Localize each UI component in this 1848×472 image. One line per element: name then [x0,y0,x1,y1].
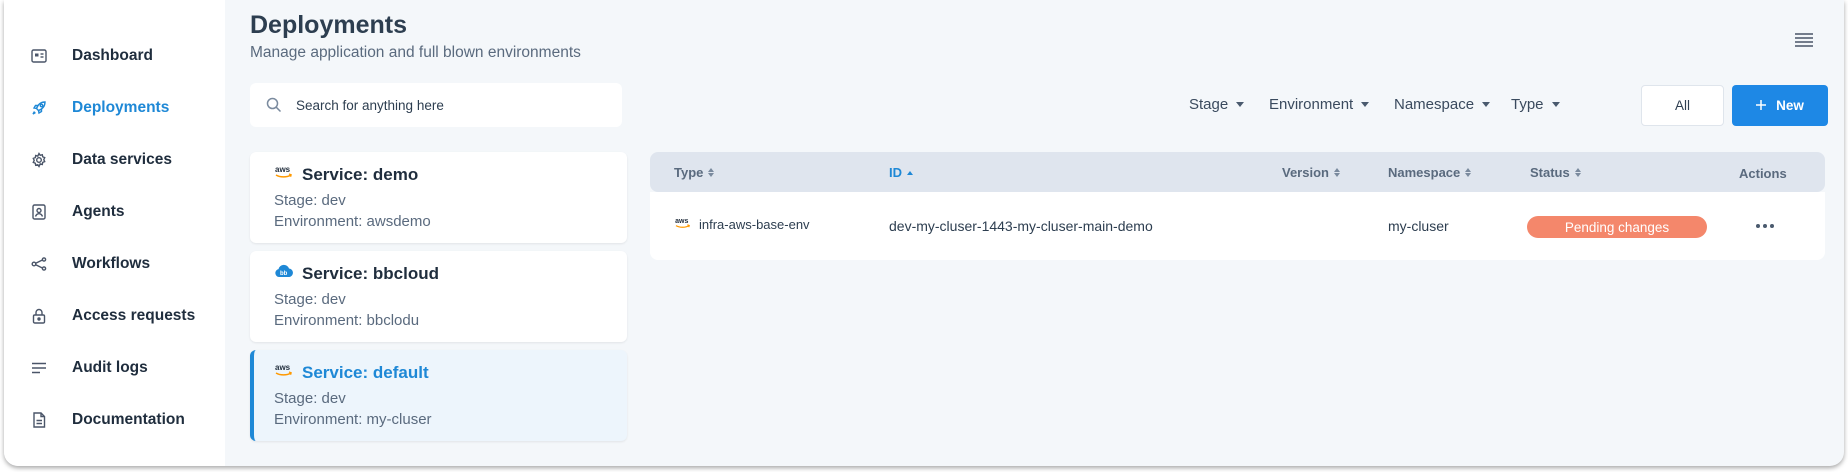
aws-icon: aws [274,164,294,185]
service-card-default[interactable]: aws Service: default Stage: dev Environm… [250,350,627,441]
column-header-id[interactable]: ID [889,165,913,180]
column-header-status[interactable]: Status [1530,165,1581,180]
filter-label: Type [1511,96,1544,113]
column-label: ID [889,165,902,180]
type-value: infra-aws-base-env [699,217,810,232]
workflow-icon [28,253,50,275]
sort-icon [1465,168,1472,177]
column-label: Type [674,165,704,180]
status-badge: Pending changes [1527,216,1707,238]
service-name: Service: demo [302,164,419,184]
caret-down-icon [1361,102,1370,107]
column-label: Actions [1739,166,1787,181]
document-icon [28,409,50,431]
sort-ascending-icon [907,170,913,175]
aws-icon: aws [274,362,294,383]
search-icon [266,97,282,113]
caret-down-icon [1236,102,1245,107]
sidebar-item-access-requests[interactable]: Access requests [4,290,225,342]
app-window: Dashboard Deployments Data services Agen… [4,0,1844,466]
filter-type[interactable]: Type [1511,96,1560,113]
svg-text:aws: aws [275,363,291,372]
column-label: Status [1530,165,1570,180]
table-row[interactable]: aws infra-aws-base-env dev-my-cluser-144… [650,192,1825,260]
filter-namespace[interactable]: Namespace [1394,96,1491,113]
main-content: Deployments Manage application and full … [225,0,1844,466]
service-card-demo[interactable]: aws Service: demo Stage: dev Environment… [250,152,627,243]
sort-icon [1574,168,1581,177]
service-environment: Environment: my-cluser [274,411,432,428]
page-subtitle: Manage application and full blown enviro… [250,44,581,61]
svg-text:bb: bb [280,271,288,277]
sidebar-item-label: Documentation [72,411,185,428]
sidebar-item-audit-logs[interactable]: Audit logs [4,342,225,394]
list-icon [28,357,50,379]
rocket-icon [28,97,50,119]
search-box [250,83,622,127]
plus-icon [1756,98,1767,113]
page-title: Deployments [250,11,407,39]
filter-environment[interactable]: Environment [1269,96,1370,113]
service-name: Service: bbcloud [302,263,439,283]
sidebar-item-documentation[interactable]: Documentation [4,394,225,446]
cloud-icon: bb [274,263,294,284]
filter-label: Stage [1189,96,1229,113]
column-header-namespace[interactable]: Namespace [1388,165,1472,180]
dashboard-icon [28,45,50,67]
caret-down-icon [1551,102,1560,107]
sidebar-item-agents[interactable]: Agents [4,186,225,238]
column-header-actions: Actions [1739,166,1787,181]
filter-label: Namespace [1394,96,1475,113]
new-button[interactable]: New [1732,85,1828,126]
service-stage: Stage: dev [274,291,346,308]
sidebar-item-workflows[interactable]: Workflows [4,238,225,290]
menu-icon[interactable] [1794,32,1814,53]
service-stage: Stage: dev [274,192,346,209]
search-input[interactable] [294,96,598,114]
column-header-version[interactable]: Version [1282,165,1340,180]
aws-icon: aws [674,216,692,233]
sidebar-item-label: Data services [72,151,172,168]
sidebar-item-label: Agents [72,203,125,220]
service-environment: Environment: awsdemo [274,213,431,230]
cell-namespace: my-cluser [1388,218,1449,234]
sidebar-item-label: Dashboard [72,47,153,64]
sidebar-item-deployments[interactable]: Deployments [4,82,225,134]
sidebar: Dashboard Deployments Data services Agen… [4,0,225,466]
cell-type: aws infra-aws-base-env [674,216,810,233]
sidebar-item-data-services[interactable]: Data services [4,134,225,186]
sidebar-item-dashboard[interactable]: Dashboard [4,30,225,82]
cell-id: dev-my-cluser-1443-my-cluser-main-demo [889,218,1153,234]
filter-stage[interactable]: Stage [1189,96,1245,113]
caret-down-icon [1482,102,1491,107]
table-header: Type ID Version Namespace Status Actions [650,152,1825,192]
sidebar-item-label: Deployments [72,99,170,116]
column-header-type[interactable]: Type [674,165,715,180]
gear-icon [28,149,50,171]
sidebar-item-label: Workflows [72,255,151,272]
sort-icon [708,168,715,177]
all-button[interactable]: All [1641,85,1724,126]
service-name: Service: default [302,362,429,382]
sidebar-item-label: Audit logs [72,359,148,376]
service-environment: Environment: bbclodu [274,312,420,329]
sort-icon [1333,168,1340,177]
svg-text:aws: aws [275,165,291,174]
svg-text:aws: aws [675,218,688,225]
service-stage: Stage: dev [274,390,346,407]
lock-icon [28,305,50,327]
sidebar-item-label: Access requests [72,307,196,324]
column-label: Namespace [1388,165,1461,180]
service-card-bbcloud[interactable]: bb Service: bbcloud Stage: dev Environme… [250,251,627,342]
column-label: Version [1282,165,1329,180]
new-button-label: New [1776,98,1804,113]
deployments-table: Type ID Version Namespace Status Actions… [650,152,1825,260]
more-actions-icon[interactable] [1753,216,1777,236]
filter-label: Environment [1269,96,1354,113]
agent-icon [28,201,50,223]
